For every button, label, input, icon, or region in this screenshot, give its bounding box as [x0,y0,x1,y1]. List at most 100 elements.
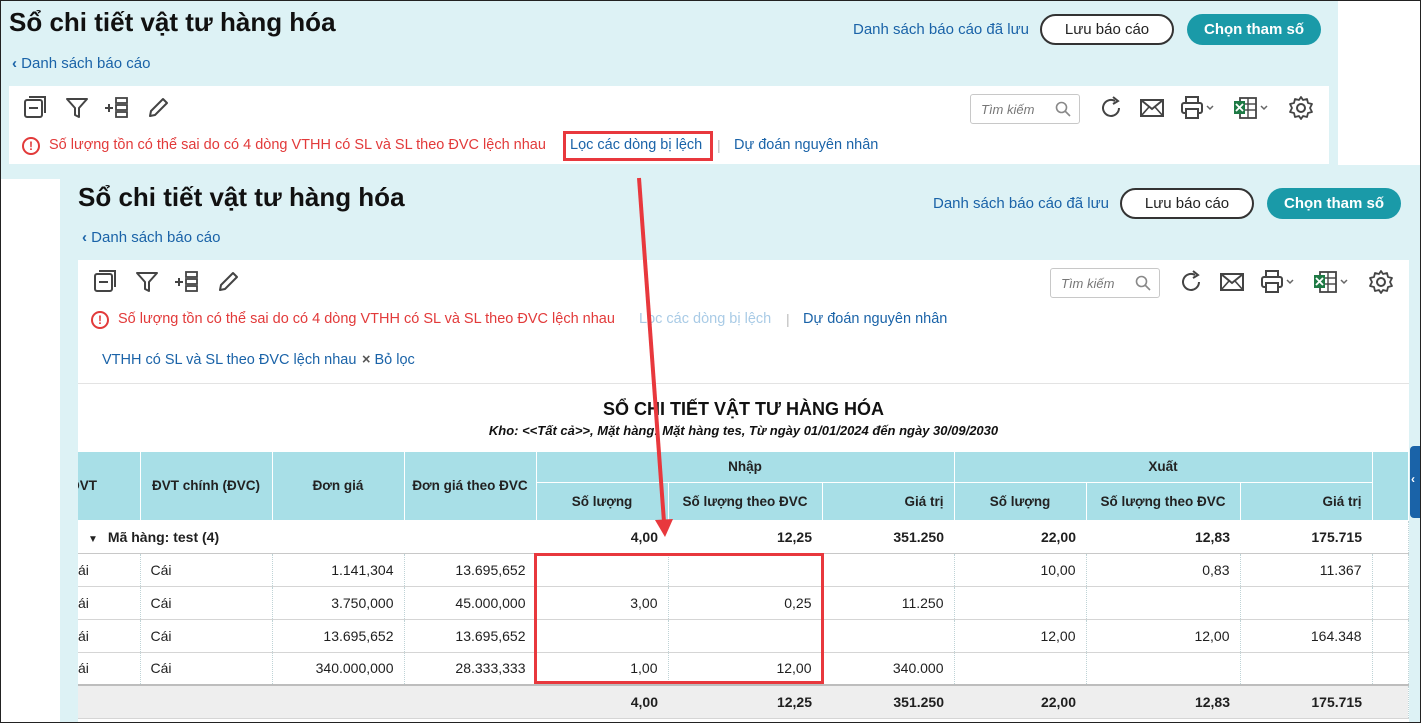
saved-reports-link[interactable]: Danh sách báo cáo đã lưu [853,21,1029,38]
choose-params-button[interactable]: Chọn tham số [1267,188,1401,219]
cell: 12,25 [668,520,822,554]
col-group-nhap: Nhập [536,452,955,483]
filter-icon[interactable] [64,95,90,121]
cell: 45.000,000 [404,586,537,620]
edit-icon[interactable] [215,269,241,295]
report-subtitle: Kho: <<Tất cả>>, Mặt hàng: Mặt hàng tes,… [488,423,999,438]
cell: ái [78,553,141,587]
group-row[interactable]: ▼ Mã hàng: test (4) 4,00 12,25 351.250 22… [78,520,1409,554]
filter-mismatched-rows-link[interactable]: Lọc các dòng bị lệch [639,311,771,327]
refresh-icon[interactable] [1178,269,1204,295]
cell: 10,00 [954,553,1087,587]
cell: 351.250 [822,520,954,554]
saved-reports-link[interactable]: Danh sách báo cáo đã lưu [933,195,1109,212]
cell: 13.695,652 [272,619,405,653]
cell: 11.367 [1240,553,1373,587]
refresh-icon[interactable] [1098,95,1124,121]
save-report-button[interactable]: Lưu báo cáo [1040,14,1174,45]
col-group-xuat: Xuất [954,452,1373,483]
active-filter-label: VTHH có SL và SL theo ĐVC lệch nhau [102,352,357,368]
col-nhap-so-luong: Số lượng [536,482,669,521]
cell [140,684,272,719]
separator: | [717,137,721,153]
warning-message: Số lượng tồn có thể sai do có 4 dòng VTH… [118,311,615,327]
predict-cause-link[interactable]: Dự đoán nguyên nhân [803,311,947,327]
email-icon[interactable] [1219,269,1245,295]
cell: Cái [140,652,273,686]
col-dvt: ĐVT [78,452,141,521]
cell: ái [78,586,141,620]
page-title: Sổ chi tiết vật tư hàng hóa [9,7,336,37]
warning-icon: ! [22,137,40,155]
predict-cause-link[interactable]: Dự đoán nguyên nhân [734,137,878,153]
cell: Cái [140,553,273,587]
add-column-icon[interactable] [104,95,130,121]
cell: 12,00 [954,619,1087,653]
cell: 12,25 [668,684,822,719]
cell: Cái [140,586,273,620]
search-box[interactable]: Tìm kiếm [970,94,1080,124]
cell [954,652,1087,686]
cell: 12,00 [1086,619,1241,653]
cell: 22,00 [954,520,1086,554]
side-panel-toggle[interactable]: ‹ [1410,446,1420,518]
cell: 340.000 [822,652,955,686]
cell: 28.333,333 [404,652,537,686]
search-placeholder: Tìm kiếm [1061,276,1115,291]
cell: 3.750,000 [272,586,405,620]
cell [1372,520,1409,554]
col-nhap-so-luong-dvc: Số lượng theo ĐVC [668,482,823,521]
add-column-icon[interactable] [174,269,200,295]
report-title: SỔ CHI TIẾT VẬT TƯ HÀNG HÓA [603,399,884,419]
edit-icon[interactable] [145,95,171,121]
divider [78,383,1409,384]
cell [78,684,140,719]
cell: 12,83 [1086,520,1240,554]
cell: 4,00 [536,684,668,719]
separator: | [786,311,790,327]
email-icon[interactable] [1139,95,1165,121]
col-don-gia-theo-dvc: Đơn giá theo ĐVC [404,452,537,521]
clear-filter-button[interactable]: × Bỏ lọc [362,352,415,368]
cell [1086,652,1241,686]
excel-icon[interactable] [1312,269,1350,295]
cell [822,553,955,587]
collapse-icon[interactable] [22,95,48,121]
cell: 340.000,000 [272,652,405,686]
cell: 0,83 [1086,553,1241,587]
page-title: Sổ chi tiết vật tư hàng hóa [78,182,405,212]
col-extra [1372,452,1409,521]
chevron-left-icon: ‹ [1411,472,1415,486]
print-icon[interactable] [1260,269,1296,295]
cell [1372,619,1409,653]
cell [1372,586,1409,620]
excel-icon[interactable] [1232,95,1270,121]
back-to-report-list-link[interactable]: ‹ Danh sách báo cáo [12,55,150,72]
settings-icon[interactable] [1368,269,1394,295]
cell: Cái [140,619,273,653]
collapse-icon[interactable] [92,269,118,295]
cell [1086,586,1241,620]
settings-icon[interactable] [1288,95,1314,121]
cell [272,684,404,719]
cell: 13.695,652 [404,619,537,653]
cell [954,586,1087,620]
search-box[interactable]: Tìm kiếm [1050,268,1160,298]
save-report-button[interactable]: Lưu báo cáo [1120,188,1254,219]
caret-down-icon[interactable]: ▼ [88,534,98,545]
cell [404,684,536,719]
filter-icon[interactable] [134,269,160,295]
total-row: 4,00 12,25 351.250 22,00 12,83 175.715 [78,684,1409,719]
cell: 13.695,652 [404,553,537,587]
print-icon[interactable] [1180,95,1216,121]
back-link-label: Danh sách báo cáo [21,55,151,72]
cell: 12,83 [1086,684,1240,719]
cell: 1.141,304 [272,553,405,587]
col-don-gia: Đơn giá [272,452,405,521]
back-to-report-list-link[interactable]: ‹ Danh sách báo cáo [82,229,220,246]
chevron-left-icon: ‹ [12,55,17,72]
choose-params-button[interactable]: Chọn tham số [1187,14,1321,45]
cell: 351.250 [822,684,954,719]
cell [822,619,955,653]
cell [1240,586,1373,620]
